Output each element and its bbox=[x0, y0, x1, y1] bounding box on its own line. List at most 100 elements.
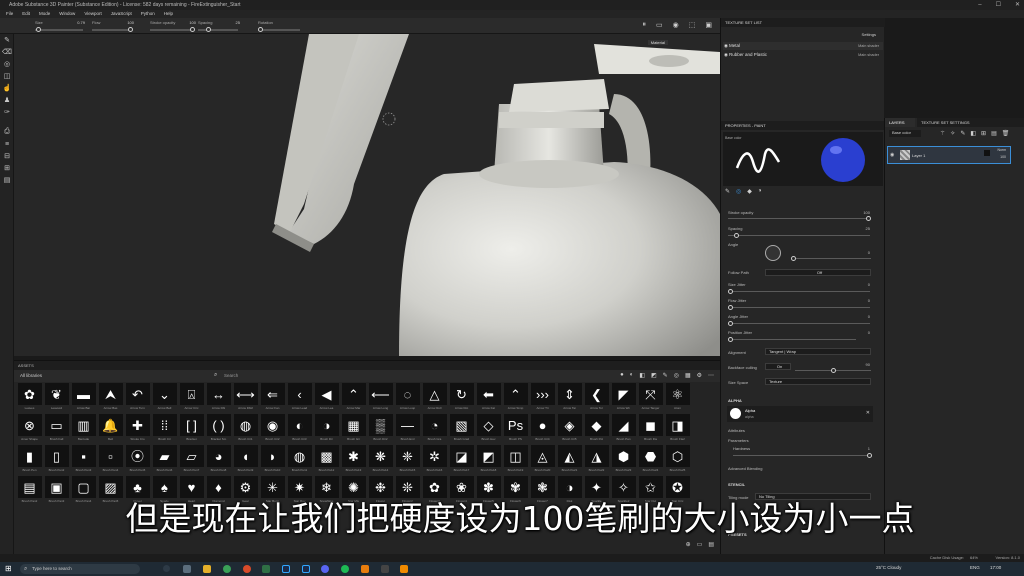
size-jitter-slider[interactable] bbox=[728, 289, 870, 294]
photoshop-icon[interactable] bbox=[282, 565, 290, 573]
asset-tile[interactable]: ››› Arrow Tri bbox=[529, 383, 556, 414]
asset-tile[interactable]: ◮ Brush Pe22 bbox=[583, 445, 610, 476]
asset-tile[interactable]: ◌ Arrow Loop bbox=[394, 383, 421, 414]
texture-set-settings-dropdown[interactable]: Settings bbox=[862, 32, 876, 37]
smart-filter-icon[interactable]: ◩ bbox=[651, 372, 657, 379]
size-space-dropdown[interactable]: Texture bbox=[765, 378, 871, 385]
size-slider[interactable] bbox=[35, 27, 83, 32]
texture-set-settings-tab[interactable]: TEXTURE SET SETTINGS bbox=[917, 118, 1024, 127]
assets-search-input[interactable]: Search bbox=[224, 373, 238, 378]
angle-value[interactable]: 0 bbox=[868, 250, 870, 255]
menu-file[interactable]: File bbox=[6, 10, 13, 18]
layer-mask-slot[interactable] bbox=[984, 150, 990, 156]
base-color-dropdown[interactable]: Base color bbox=[889, 130, 921, 137]
texture-set-row[interactable]: ◉ Metal Main shader bbox=[723, 42, 883, 50]
asset-tile[interactable]: ⤧ Arrow Tanger bbox=[637, 383, 664, 414]
asset-tile[interactable]: ◼ Brush Fla bbox=[637, 414, 664, 445]
delete-icon[interactable]: 🗑 bbox=[1002, 130, 1010, 137]
task-view-icon[interactable] bbox=[183, 565, 191, 573]
substance-painter-icon[interactable] bbox=[262, 565, 270, 573]
file-explorer-icon[interactable] bbox=[203, 565, 211, 573]
clear-alpha-icon[interactable]: ✕ bbox=[866, 410, 870, 416]
asset-tile[interactable]: ◔ Brush Gra bbox=[421, 414, 448, 445]
minimize-icon[interactable]: – bbox=[978, 0, 981, 10]
angle-slider[interactable] bbox=[791, 256, 871, 261]
stroke-opacity-slider[interactable] bbox=[150, 27, 195, 32]
asset-tile[interactable]: ◍ Brush Cir1 bbox=[232, 414, 259, 445]
asset-tile[interactable]: [ ] Bracket bbox=[178, 414, 205, 445]
pause-icon[interactable]: ⏸ bbox=[643, 21, 647, 29]
fill-layer-icon[interactable]: ◧ bbox=[970, 130, 976, 137]
asset-tile[interactable]: ● Brush Cir4 bbox=[529, 414, 556, 445]
asset-tile[interactable]: ◫ Brush Pe19 bbox=[502, 445, 529, 476]
eye-icon[interactable]: ◉ bbox=[724, 42, 728, 50]
preview-base-color-dropdown[interactable]: Base color bbox=[725, 136, 742, 140]
texture-set-row[interactable]: ◉ Rubber and Plastic Main shader bbox=[723, 51, 883, 59]
viewer-settings-icon[interactable]: ▤ bbox=[0, 174, 14, 186]
projection-icon[interactable]: ◎ bbox=[0, 58, 14, 70]
sphere-filter-icon[interactable]: ● bbox=[620, 372, 624, 379]
asset-tile[interactable]: ⍓ Arrow Circ bbox=[178, 383, 205, 414]
vlc-icon[interactable] bbox=[400, 565, 408, 573]
asset-tile[interactable]: ▫ Brush Pen4 bbox=[97, 445, 124, 476]
asset-tile[interactable]: ◪ Brush Pe17 bbox=[448, 445, 475, 476]
asset-tile[interactable]: ◨ Brush Fla2 bbox=[664, 414, 691, 445]
layer-row[interactable]: ◉ Layer 1 Norm 100 bbox=[887, 146, 1011, 164]
asset-tile[interactable]: ◍ Brush Pe11 bbox=[286, 445, 313, 476]
stencil-tab-icon[interactable]: ◆ bbox=[747, 188, 752, 195]
add-icon[interactable]: ⊕ bbox=[686, 541, 691, 548]
angle-dial[interactable] bbox=[765, 245, 781, 261]
asset-tile[interactable]: ⮝ Arrow Bas bbox=[97, 383, 124, 414]
render-icon[interactable]: ⬚ bbox=[689, 21, 696, 29]
asset-tile[interactable]: ▮ Brush Pen bbox=[16, 445, 43, 476]
brush-tab-icon[interactable]: ✎ bbox=[725, 188, 730, 195]
backface-culling-value[interactable]: 90 bbox=[866, 362, 870, 367]
asset-tile[interactable]: ⟷ Arrow Dbl2 bbox=[232, 383, 259, 414]
layer-name[interactable]: Layer 1 bbox=[912, 153, 925, 158]
asset-tile[interactable]: ( ) Bracket Sm bbox=[205, 414, 232, 445]
asset-tile[interactable]: Ps Brush PS bbox=[502, 414, 529, 445]
asset-tile[interactable]: — Brush Eml bbox=[394, 414, 421, 445]
texture-set-list-tab[interactable]: TEXTURE SET LIST bbox=[721, 18, 885, 27]
asset-tile[interactable]: ⇐ Arrow Fan bbox=[259, 383, 286, 414]
viewport-mode-label[interactable]: Material bbox=[647, 40, 668, 45]
app-icon[interactable] bbox=[381, 565, 389, 573]
asset-tile[interactable]: ◩ Brush Pe18 bbox=[475, 445, 502, 476]
eye-icon[interactable]: ◉ bbox=[724, 51, 728, 59]
asset-tile[interactable]: ↶ Arrow Turn bbox=[124, 383, 151, 414]
close-icon[interactable]: ✕ bbox=[1015, 0, 1020, 10]
rotation-control[interactable]: Rotation bbox=[258, 20, 302, 32]
asset-tile[interactable]: ↔ Arrow Dbl bbox=[205, 383, 232, 414]
asset-tile[interactable]: ◢ Brush Pan bbox=[610, 414, 637, 445]
alpha-slot[interactable]: Alpha alpha ✕ bbox=[727, 406, 873, 422]
screenshot-icon[interactable]: ▣ bbox=[705, 21, 712, 29]
asset-tile[interactable]: ◇ Brush Hev bbox=[475, 414, 502, 445]
asset-tile[interactable]: ⟵ Arrow Long bbox=[367, 383, 394, 414]
asset-tile[interactable]: ✚ Stroke Cro bbox=[124, 414, 151, 445]
asset-tile[interactable]: ▩ Brush Pe12 bbox=[313, 445, 340, 476]
maximize-icon[interactable]: ☐ bbox=[996, 0, 1001, 10]
layer-opacity[interactable]: 100 bbox=[1000, 155, 1006, 159]
flow-control[interactable]: Flow 100 bbox=[92, 20, 134, 32]
asset-tile[interactable]: ✿ Leaves bbox=[16, 383, 43, 414]
properties-tab[interactable]: PROPERTIES - PAINT bbox=[721, 121, 885, 130]
asset-tile[interactable]: ❦ Leaves2 bbox=[43, 383, 70, 414]
menu-window[interactable]: Window bbox=[59, 10, 75, 18]
folder-icon[interactable]: ▤ bbox=[708, 541, 714, 548]
asset-tile[interactable]: ‹ Arrow Lead bbox=[286, 383, 313, 414]
asset-tile[interactable]: ↻ Arrow Rot bbox=[448, 383, 475, 414]
wand-icon[interactable]: ⚚ bbox=[940, 130, 945, 137]
import-icon[interactable]: ▭ bbox=[697, 541, 703, 548]
asset-tile[interactable]: ⬅ Arrow Fat bbox=[475, 383, 502, 414]
layers-tab[interactable]: LAYERS bbox=[885, 118, 915, 127]
backface-culling-toggle[interactable]: On bbox=[765, 363, 791, 370]
cortana-icon[interactable] bbox=[163, 565, 170, 572]
asset-tile[interactable]: ◐ Brush Cir3 bbox=[286, 414, 313, 445]
asset-tile[interactable]: ⌃ Arrow Mar bbox=[340, 383, 367, 414]
weather-widget[interactable]: 25°C Cloudy bbox=[876, 565, 901, 570]
effects-icon[interactable]: ✧ bbox=[950, 130, 955, 137]
asset-tile[interactable]: ⊗ Amer Shape bbox=[16, 414, 43, 445]
taskbar-search-input[interactable]: ⌕ Type here to search bbox=[20, 564, 140, 574]
settings-icon[interactable]: ⚙ bbox=[697, 372, 702, 379]
blender-icon[interactable] bbox=[361, 565, 369, 573]
